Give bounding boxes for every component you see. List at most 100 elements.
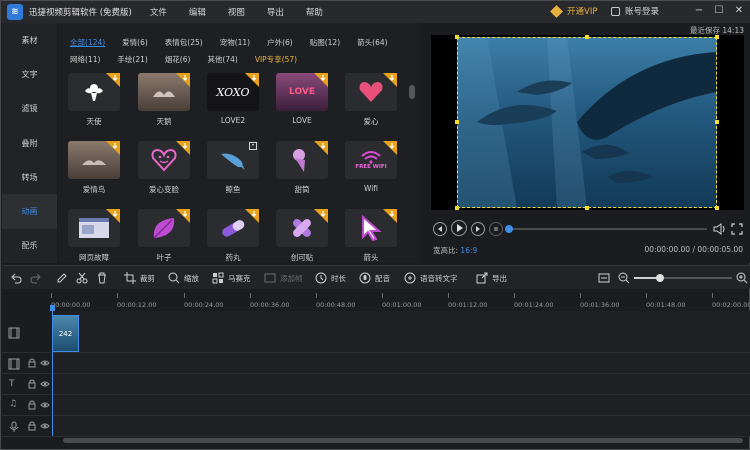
- tag-handdrawn[interactable]: 手绘(21): [117, 54, 147, 65]
- menu-help[interactable]: 帮助: [306, 6, 323, 18]
- tag-all[interactable]: 全部(124): [70, 37, 105, 48]
- prev-frame-button[interactable]: [433, 222, 447, 236]
- sidebar-item-music[interactable]: 配乐: [2, 229, 57, 263]
- asset-tile-heart-face[interactable]: 爱心变脸: [138, 141, 190, 194]
- resize-handle[interactable]: [455, 35, 459, 39]
- sidebar-item-animation[interactable]: 动画: [2, 194, 57, 229]
- download-icon[interactable]: [106, 141, 120, 155]
- sidebar-item-overlays[interactable]: 叠附: [2, 126, 57, 160]
- fullscreen-icon[interactable]: [731, 223, 743, 235]
- export-button[interactable]: 导出: [476, 272, 507, 284]
- resize-handle[interactable]: [455, 206, 459, 210]
- tag-arrows[interactable]: 箭头(64): [357, 37, 387, 48]
- redo-icon[interactable]: [30, 272, 42, 284]
- asset-tile-wifi[interactable]: FREE WIFI Wifi: [345, 141, 397, 193]
- eye-icon[interactable]: [40, 421, 50, 431]
- asset-tile-whale[interactable]: • 鲸鱼: [207, 141, 259, 194]
- sidebar-item-media[interactable]: 素材: [2, 23, 57, 57]
- asset-tile-love2[interactable]: XOXO LOVE2: [207, 73, 259, 125]
- asset-tile-heart[interactable]: 爱心: [345, 73, 397, 126]
- minimize-icon[interactable]: −: [693, 5, 705, 17]
- asset-tile-swan[interactable]: 天鹅: [138, 73, 190, 126]
- asset-scrollbar[interactable]: [409, 71, 415, 261]
- edit-icon[interactable]: [56, 272, 68, 284]
- asset-tile-love[interactable]: LOVE LOVE: [276, 73, 328, 125]
- stop-button[interactable]: [489, 222, 503, 236]
- crop-button[interactable]: 裁剪: [124, 272, 155, 284]
- menu-edit[interactable]: 编辑: [189, 6, 206, 18]
- playhead[interactable]: [52, 306, 53, 436]
- download-icon[interactable]: [245, 73, 259, 87]
- lock-icon[interactable]: [28, 358, 36, 368]
- speech-to-text-button[interactable]: 语音转文字: [404, 272, 458, 284]
- aspect-ratio-dropdown[interactable]: 16:9: [460, 246, 477, 255]
- close-icon[interactable]: ✕: [733, 5, 745, 17]
- lock-icon[interactable]: [28, 421, 36, 431]
- pip-track[interactable]: [52, 353, 750, 374]
- menu-file[interactable]: 文件: [150, 6, 167, 18]
- tag-stickers[interactable]: 贴图(12): [310, 37, 340, 48]
- next-frame-button[interactable]: [471, 222, 485, 236]
- menu-export[interactable]: 导出: [267, 6, 284, 18]
- asset-tile-bandage[interactable]: 创可贴: [276, 209, 328, 262]
- preview-icon[interactable]: •: [249, 142, 257, 150]
- eye-icon[interactable]: [40, 379, 50, 389]
- download-icon[interactable]: [383, 141, 397, 155]
- download-icon[interactable]: [383, 73, 397, 87]
- download-icon[interactable]: [176, 73, 190, 87]
- lock-icon[interactable]: [28, 400, 36, 410]
- asset-tile-leaf[interactable]: 叶子: [138, 209, 190, 262]
- resize-handle[interactable]: [585, 35, 589, 39]
- menu-view[interactable]: 视图: [228, 6, 245, 18]
- zoom-in-icon[interactable]: [736, 272, 748, 284]
- download-icon[interactable]: [383, 209, 397, 223]
- download-icon[interactable]: [245, 209, 259, 223]
- add-frame-button[interactable]: 添加帧: [264, 272, 303, 284]
- tag-network[interactable]: 网络(11): [70, 54, 100, 65]
- text-track[interactable]: [52, 374, 750, 395]
- progress-handle[interactable]: [505, 225, 513, 233]
- undo-icon[interactable]: [10, 272, 22, 284]
- volume-icon[interactable]: [713, 223, 727, 235]
- scroll-thumb[interactable]: [409, 85, 415, 99]
- timeline-zoom-slider[interactable]: [634, 274, 732, 282]
- download-icon[interactable]: [314, 73, 328, 87]
- tag-vip[interactable]: VIP专享(57): [255, 54, 297, 65]
- download-icon[interactable]: [314, 141, 328, 155]
- split-icon[interactable]: [76, 272, 88, 284]
- video-clip[interactable]: 242: [52, 315, 79, 352]
- fit-timeline-icon[interactable]: [598, 272, 610, 284]
- zoom-out-icon[interactable]: [618, 272, 630, 284]
- delete-icon[interactable]: [96, 272, 108, 284]
- tag-love[interactable]: 爱情(6): [122, 37, 148, 48]
- download-icon[interactable]: [106, 73, 120, 87]
- tag-outdoor[interactable]: 户外(6): [267, 37, 293, 48]
- video-preview[interactable]: [431, 35, 744, 210]
- sidebar-item-filters[interactable]: 滤镜: [2, 92, 57, 126]
- download-icon[interactable]: [314, 209, 328, 223]
- download-icon[interactable]: [106, 209, 120, 223]
- sidebar-item-transitions[interactable]: 转场: [2, 160, 57, 194]
- duration-button[interactable]: 时长: [315, 272, 346, 284]
- lock-icon[interactable]: [28, 379, 36, 389]
- asset-tile-cursor-arrow[interactable]: 箭头: [345, 209, 397, 262]
- tag-fireworks[interactable]: 烟花(6): [165, 54, 191, 65]
- eye-icon[interactable]: [40, 358, 50, 368]
- tag-emoji[interactable]: 表情包(25): [165, 37, 203, 48]
- resize-handle[interactable]: [715, 206, 719, 210]
- timeline-ruler[interactable]: 00:00:00.00 00:00:12.00 00:00:24.00 00:0…: [51, 293, 750, 311]
- playback-progress[interactable]: [505, 225, 707, 233]
- eye-icon[interactable]: [40, 400, 50, 410]
- asset-tile-lovebird[interactable]: 爱情鸟: [68, 141, 120, 194]
- download-icon[interactable]: [176, 141, 190, 155]
- resize-handle[interactable]: [455, 120, 459, 124]
- resize-handle[interactable]: [585, 206, 589, 210]
- asset-tile-pill[interactable]: 药丸: [207, 209, 259, 262]
- selection-border[interactable]: [457, 37, 717, 208]
- asset-tile-icecream[interactable]: 甜筒: [276, 141, 328, 194]
- sidebar-item-text[interactable]: 文字: [2, 57, 57, 91]
- music-track[interactable]: [52, 395, 750, 416]
- download-icon[interactable]: [176, 209, 190, 223]
- zoom-button[interactable]: 缩放: [168, 272, 199, 284]
- video-track[interactable]: [52, 311, 750, 353]
